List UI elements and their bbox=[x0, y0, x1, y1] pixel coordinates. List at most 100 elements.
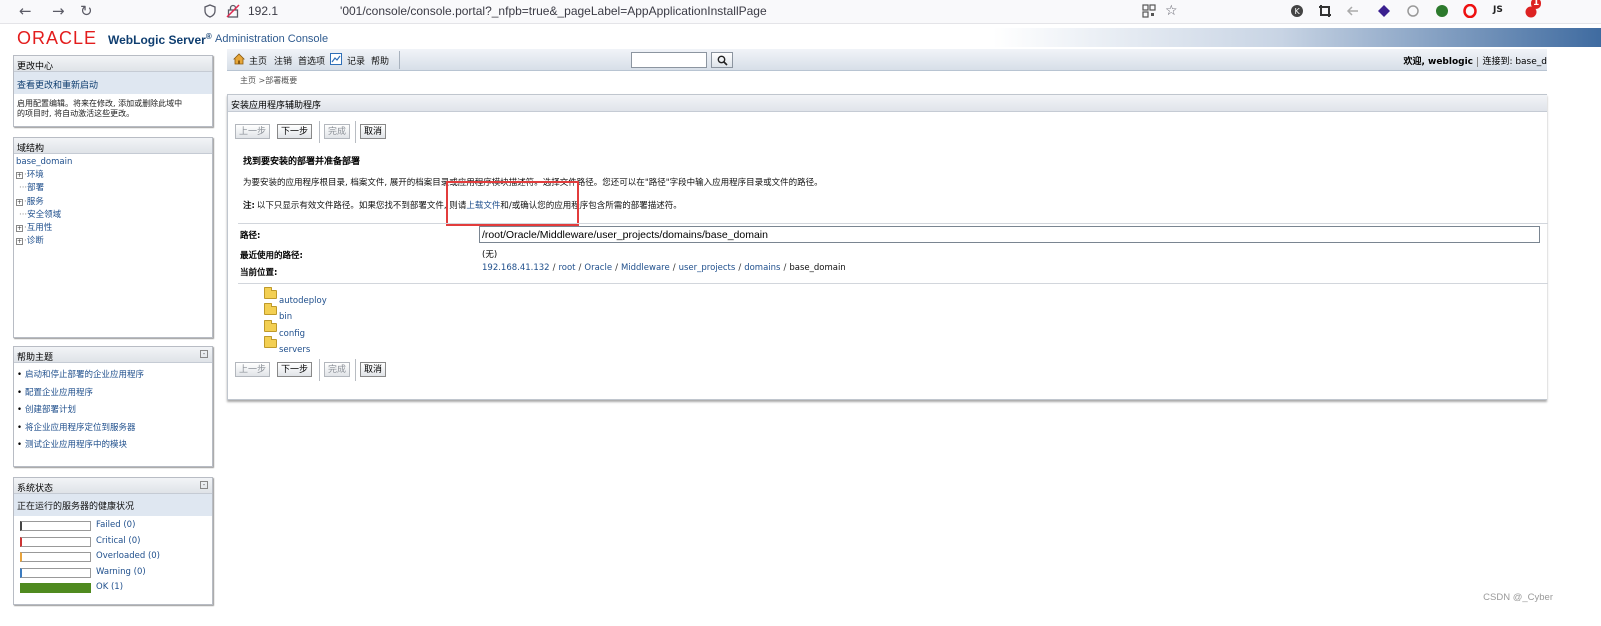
back-arrow-icon[interactable]: ← bbox=[19, 3, 32, 19]
help-topic-link[interactable]: 将企业应用程序定位到服务器 bbox=[25, 423, 136, 433]
js-extension-icon[interactable]: JS bbox=[1493, 5, 1503, 15]
current-location-path: 192.168.41.132/root / Oracle / Middleware / us… bbox=[482, 263, 846, 273]
tree-item-services[interactable]: + ·服务 bbox=[16, 196, 210, 209]
collapse-icon[interactable]: - bbox=[200, 481, 208, 489]
expand-icon[interactable]: + bbox=[16, 198, 23, 206]
search-button[interactable] bbox=[711, 52, 733, 68]
help-topic-item[interactable]: • 创建部署计划 bbox=[17, 402, 209, 420]
url-suffix: '001/console/console.portal?_nfpb=true&_… bbox=[340, 4, 767, 18]
next-button[interactable]: 下一步 bbox=[277, 124, 313, 139]
location-link[interactable]: root bbox=[558, 263, 575, 273]
insecure-lock-icon[interactable] bbox=[226, 4, 240, 18]
browser-toolbar: ← → ↻ 192.1 '001/console/console.portal?_… bbox=[0, 0, 1601, 24]
crop-icon[interactable] bbox=[1318, 4, 1332, 18]
tree-item-diagnostics[interactable]: + ·诊断 bbox=[16, 235, 210, 248]
health-label[interactable]: Failed (0) bbox=[96, 520, 135, 530]
health-label[interactable]: Warning (0) bbox=[96, 567, 146, 577]
search-input[interactable] bbox=[631, 52, 707, 68]
button-separator bbox=[355, 359, 356, 381]
green-extension-icon[interactable] bbox=[1435, 4, 1449, 18]
home-icon[interactable] bbox=[233, 53, 245, 65]
tree-item-label: 诊断 bbox=[26, 236, 44, 247]
registered-mark: ® bbox=[205, 32, 212, 41]
folder-icon bbox=[264, 287, 277, 299]
health-row-overloaded: Overloaded (0) bbox=[14, 549, 212, 565]
connected-label: 连接到: base_d bbox=[1482, 57, 1547, 67]
health-bar bbox=[20, 583, 91, 594]
folder-item[interactable]: servers bbox=[264, 336, 310, 355]
bookmark-star-icon[interactable]: ☆ bbox=[1165, 3, 1178, 19]
url-bar[interactable]: 192.1 '001/console/console.portal?_nfpb=t… bbox=[248, 4, 767, 18]
tree-item-security-realms[interactable]: ···安全领域 bbox=[16, 209, 210, 222]
shield-icon[interactable] bbox=[203, 4, 217, 18]
folder-name[interactable]: bin bbox=[279, 312, 292, 322]
system-status-panel: 系统状态 - 正在运行的服务器的健康状况 Failed (0) Critical … bbox=[13, 477, 213, 605]
location-link[interactable]: domains bbox=[744, 263, 780, 273]
help-topic-item[interactable]: • 配置企业应用程序 bbox=[17, 385, 209, 403]
location-link[interactable]: user_projects bbox=[679, 263, 736, 273]
url-prefix: 192.1 bbox=[248, 4, 279, 18]
path-input[interactable] bbox=[479, 226, 1540, 243]
cancel-button[interactable]: 取消 bbox=[360, 362, 387, 377]
location-link[interactable]: Middleware bbox=[621, 263, 670, 273]
next-button[interactable]: 下一步 bbox=[277, 362, 313, 377]
view-changes-link[interactable]: 查看更改和重新启动 bbox=[14, 72, 212, 94]
server-health-subtitle: 正在运行的服务器的健康状况 bbox=[14, 494, 212, 516]
note-before: 以下只显示有效文件路径。如果您找不到部署文件, 则请 bbox=[256, 201, 467, 211]
health-label[interactable]: Critical (0) bbox=[96, 536, 140, 546]
help-topic-link[interactable]: 启动和停止部署的企业应用程序 bbox=[25, 370, 144, 380]
expand-icon[interactable]: + bbox=[16, 172, 23, 180]
tree-item-label: 安全领域 bbox=[27, 209, 62, 220]
notification-count-badge: 1 bbox=[1531, 0, 1542, 9]
help-topic-link[interactable]: 配置企业应用程序 bbox=[25, 388, 93, 398]
forward-arrow-icon[interactable]: → bbox=[52, 3, 65, 19]
location-link[interactable]: 192.168.41.132 bbox=[482, 263, 550, 273]
folder-name[interactable]: autodeploy bbox=[279, 296, 327, 306]
tree-item-label: 互用性 bbox=[26, 223, 53, 234]
cancel-button[interactable]: 取消 bbox=[360, 124, 387, 139]
help-topic-item[interactable]: • 启动和停止部署的企业应用程序 bbox=[17, 367, 209, 385]
health-label[interactable]: OK (1) bbox=[96, 582, 123, 592]
help-topic-link[interactable]: 测试企业应用程序中的模块 bbox=[25, 440, 127, 450]
tree-item-environment[interactable]: + ·环境 bbox=[16, 169, 210, 182]
help-link[interactable]: 帮助 bbox=[371, 54, 389, 67]
diamond-extension-icon[interactable] bbox=[1377, 4, 1391, 18]
help-topic-item[interactable]: • 将企业应用程序定位到服务器 bbox=[17, 420, 209, 438]
help-topic-item[interactable]: • 测试企业应用程序中的模块 bbox=[17, 437, 209, 455]
location-link[interactable]: Oracle bbox=[584, 263, 612, 273]
product-name: WebLogic Server® bbox=[108, 32, 212, 47]
finish-button[interactable]: 完成 bbox=[324, 124, 351, 139]
record-icon[interactable] bbox=[330, 53, 342, 65]
folder-list: autodeploy bin config servers bbox=[238, 283, 1548, 355]
folder-name[interactable]: config bbox=[279, 329, 305, 339]
collapse-icon[interactable]: - bbox=[200, 350, 208, 358]
breadcrumb[interactable]: 主页 >部署概要 bbox=[240, 75, 297, 86]
opera-icon[interactable] bbox=[1463, 4, 1477, 18]
logout-link[interactable]: 注销 bbox=[274, 54, 292, 67]
back-button[interactable]: 上一步 bbox=[235, 124, 271, 139]
back-button[interactable]: 上一步 bbox=[235, 362, 271, 377]
extension-k-icon[interactable]: K bbox=[1290, 4, 1304, 18]
folder-item[interactable]: autodeploy bbox=[264, 287, 327, 306]
expand-icon[interactable]: + bbox=[16, 225, 23, 233]
tree-item-label: 部署 bbox=[27, 183, 45, 194]
health-label[interactable]: Overloaded (0) bbox=[96, 551, 160, 561]
console-name: Administration Console bbox=[215, 33, 329, 45]
health-bar bbox=[20, 552, 91, 563]
tree-item-interoperability[interactable]: + ·互用性 bbox=[16, 222, 210, 235]
reload-icon[interactable]: ↻ bbox=[80, 3, 93, 19]
help-topic-link[interactable]: 创建部署计划 bbox=[25, 405, 76, 415]
help-topics-title: 帮助主题 - bbox=[14, 347, 212, 363]
tree-item-deployments[interactable]: ···部署 bbox=[16, 182, 210, 195]
record-link[interactable]: 记录 bbox=[347, 54, 365, 67]
finish-button[interactable]: 完成 bbox=[324, 362, 351, 377]
expand-icon[interactable]: + bbox=[16, 238, 23, 246]
preferences-link[interactable]: 首选项 bbox=[298, 54, 325, 67]
home-link[interactable]: 主页 bbox=[249, 54, 267, 67]
folder-name[interactable]: servers bbox=[279, 345, 310, 355]
tree-root[interactable]: base_domain bbox=[16, 156, 210, 169]
share-arrow-icon[interactable] bbox=[1346, 4, 1360, 18]
circle-extension-icon[interactable] bbox=[1406, 4, 1420, 18]
qr-code-icon[interactable] bbox=[1142, 4, 1156, 18]
folder-icon bbox=[264, 320, 277, 332]
